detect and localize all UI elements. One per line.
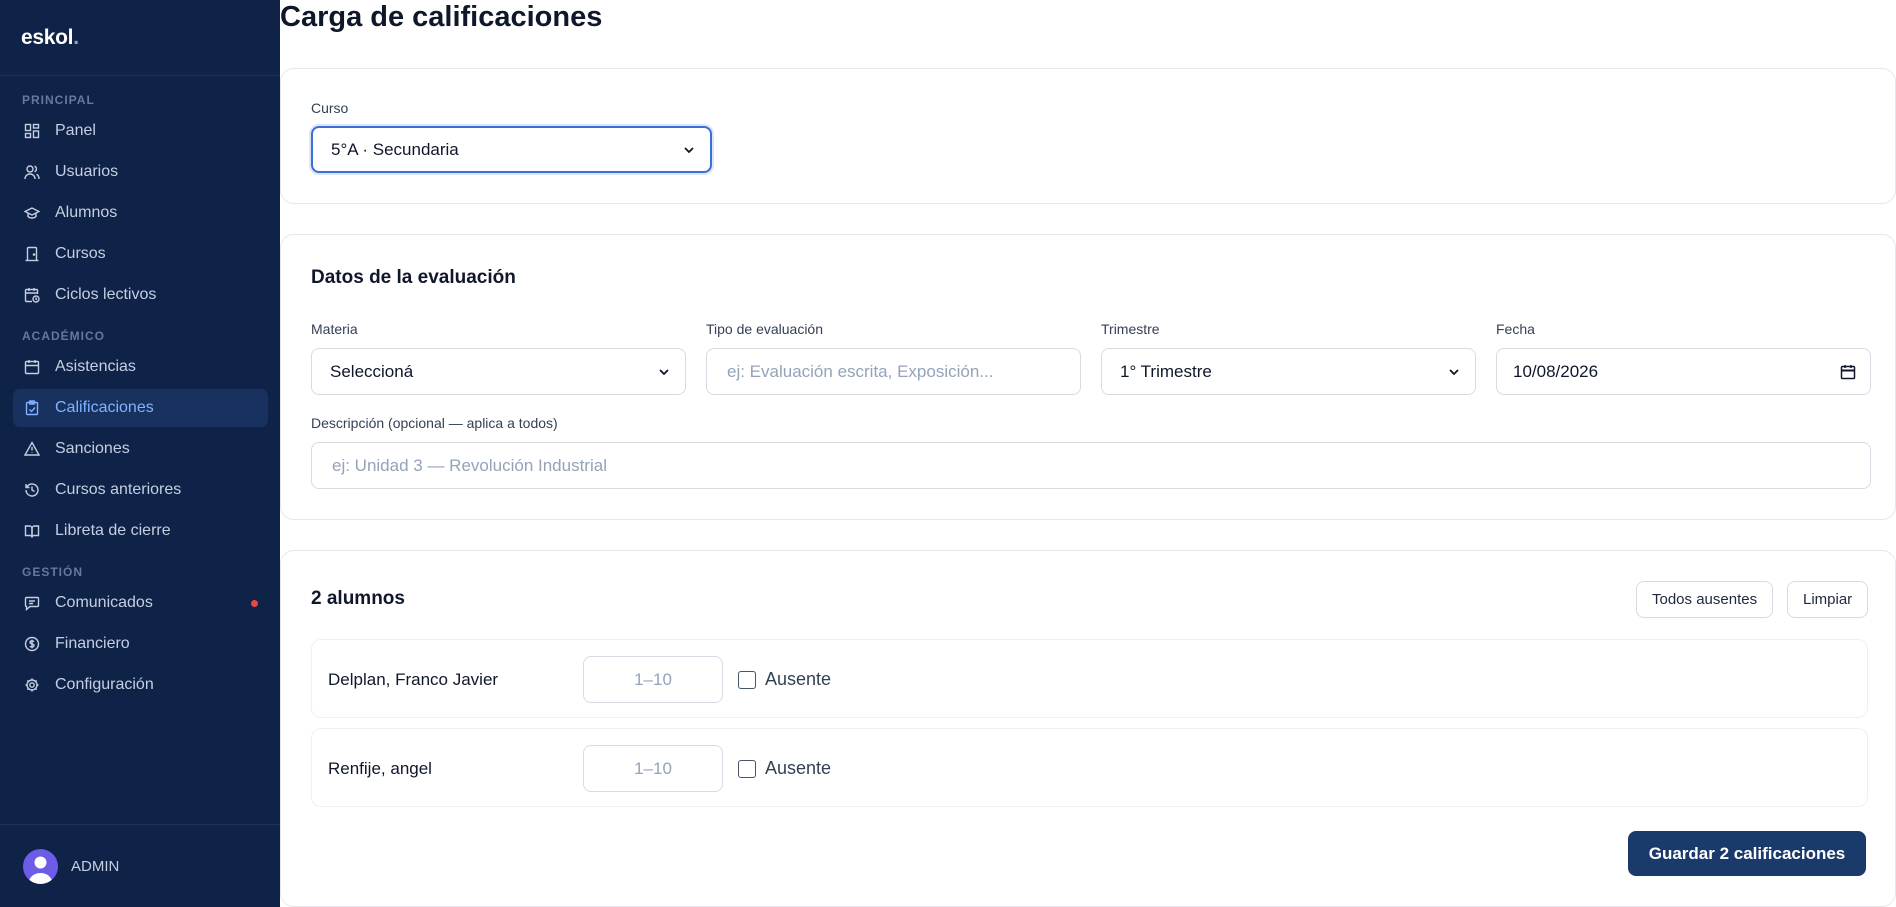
course-select[interactable]: 5°A · Secundaria (311, 126, 712, 173)
trimester-select-value: 1° Trimestre (1120, 361, 1212, 381)
trimester-label: Trimestre (1101, 321, 1160, 337)
date-value: 10/08/2026 (1513, 361, 1599, 381)
absent-label: Ausente (765, 758, 832, 778)
sidebar-item-label: Alumnos (55, 204, 118, 221)
user-profile[interactable]: ADMIN (0, 824, 280, 907)
section-label-gestion: GESTIÓN (22, 565, 84, 579)
section-label-academico: ACADÉMICO (22, 329, 105, 343)
trimester-select[interactable]: 1° Trimestre (1101, 348, 1476, 395)
course-select-value: 5°A · Secundaria (331, 139, 459, 159)
evaluation-type-input[interactable] (725, 360, 1066, 383)
sidebar-item-calificaciones[interactable]: Calificaciones (13, 389, 268, 427)
sidebar-item-configuracion[interactable]: Configuración (13, 666, 268, 704)
clipboard-check-icon (24, 400, 40, 416)
absent-checkbox[interactable] (738, 670, 756, 689)
calendar-clock-icon (24, 287, 40, 303)
table-row: Delplan, Franco Javier Ausente (311, 639, 1868, 718)
students-card: 2 alumnos Todos ausentes Limpiar Delplan… (280, 550, 1896, 907)
sidebar-item-label: Asistencias (55, 358, 136, 375)
absent-toggle[interactable]: Ausente (738, 729, 831, 808)
notification-dot (251, 600, 258, 607)
sidebar-item-usuarios[interactable]: Usuarios (13, 153, 268, 191)
sidebar-item-label: Comunicados (55, 594, 153, 611)
grid-icon (24, 123, 40, 139)
sidebar-item-label: Cursos anteriores (55, 481, 182, 498)
evaluation-type-label: Tipo de evaluación (706, 321, 824, 337)
date-input[interactable]: 10/08/2026 (1496, 348, 1871, 395)
sidebar-item-panel[interactable]: Panel (13, 112, 268, 150)
brand-name: eskol (21, 26, 74, 49)
evaluation-type-field (706, 348, 1081, 395)
absent-label: Ausente (765, 669, 832, 689)
sidebar-item-label: Ciclos lectivos (55, 286, 157, 303)
message-icon (24, 595, 40, 611)
door-icon (24, 246, 40, 262)
sidebar-item-label: Libreta de cierre (55, 522, 171, 539)
table-row: Renfije, angel Ausente (311, 728, 1868, 807)
date-label: Fecha (1496, 321, 1535, 337)
book-icon (24, 523, 40, 539)
brand-logo[interactable]: eskol. (0, 0, 280, 76)
description-input[interactable] (330, 454, 1856, 477)
chevron-down-icon (1449, 368, 1459, 375)
main-content: Carga de calificaciones Curso 5°A · Secu… (280, 0, 1896, 907)
sidebar-item-cursos-anteriores[interactable]: Cursos anteriores (13, 471, 268, 509)
sidebar-item-alumnos[interactable]: Alumnos (13, 194, 268, 232)
section-label-principal: PRINCIPAL (22, 93, 95, 107)
nav-principal: Panel Usuarios Alumnos Cursos Ciclos lec… (0, 112, 280, 314)
subject-label: Materia (311, 321, 358, 337)
description-field (311, 442, 1871, 489)
avatar (23, 848, 58, 884)
sidebar-item-libreta-de-cierre[interactable]: Libreta de cierre (13, 512, 268, 550)
course-card: Curso 5°A · Secundaria (280, 68, 1896, 204)
page-title: Carga de calificaciones (280, 1, 603, 33)
description-label: Descripción (opcional — aplica a todos) (311, 415, 558, 431)
absent-checkbox[interactable] (738, 759, 756, 778)
nav-gestion: Comunicados Financiero Configuración (0, 584, 280, 704)
graduation-cap-icon (24, 205, 40, 221)
sidebar-item-label: Sanciones (55, 440, 130, 457)
brand-dot: . (73, 26, 79, 49)
chevron-down-icon (684, 146, 694, 153)
subject-select-value: Seleccioná (330, 361, 414, 381)
sidebar-item-ciclos-lectivos[interactable]: Ciclos lectivos (13, 276, 268, 314)
save-grades-button[interactable]: Guardar 2 calificaciones (1628, 831, 1866, 876)
sidebar-item-financiero[interactable]: Financiero (13, 625, 268, 663)
dollar-icon (24, 636, 40, 652)
sidebar-item-label: Calificaciones (55, 399, 154, 416)
sidebar-item-label: Panel (55, 122, 96, 139)
student-name: Delplan, Franco Javier (328, 670, 499, 689)
sidebar-item-label: Financiero (55, 635, 130, 652)
grade-input[interactable] (583, 745, 723, 792)
clear-button[interactable]: Limpiar (1787, 581, 1869, 618)
sidebar-item-label: Usuarios (55, 163, 119, 180)
gear-icon (24, 677, 40, 693)
course-label: Curso (311, 100, 349, 116)
evaluation-title: Datos de la evaluación (311, 267, 516, 288)
mark-all-absent-button[interactable]: Todos ausentes (1636, 581, 1774, 618)
sidebar: eskol. PRINCIPAL Panel Usuarios Alumnos … (0, 0, 280, 907)
sidebar-item-comunicados[interactable]: Comunicados (13, 584, 268, 622)
evaluation-card: Datos de la evaluación Materia Seleccion… (280, 234, 1896, 520)
user-icon (28, 856, 53, 884)
calendar-icon[interactable] (1840, 364, 1856, 380)
nav-academico: Asistencias Calificaciones Sanciones Cur… (0, 348, 280, 550)
sidebar-item-asistencias[interactable]: Asistencias (13, 348, 268, 386)
grade-input[interactable] (583, 656, 723, 703)
sidebar-item-label: Configuración (55, 676, 154, 693)
history-icon (24, 482, 40, 498)
sidebar-item-sanciones[interactable]: Sanciones (13, 430, 268, 468)
subject-select[interactable]: Seleccioná (311, 348, 686, 395)
calendar-icon (24, 359, 40, 375)
user-name: ADMIN (71, 857, 120, 875)
students-count-title: 2 alumnos (311, 588, 405, 609)
absent-toggle[interactable]: Ausente (738, 640, 831, 719)
student-name: Renfije, angel (328, 759, 432, 778)
warning-icon (24, 441, 40, 457)
chevron-down-icon (659, 368, 669, 375)
users-icon (24, 164, 40, 180)
sidebar-item-label: Cursos (55, 245, 106, 262)
sidebar-item-cursos[interactable]: Cursos (13, 235, 268, 273)
